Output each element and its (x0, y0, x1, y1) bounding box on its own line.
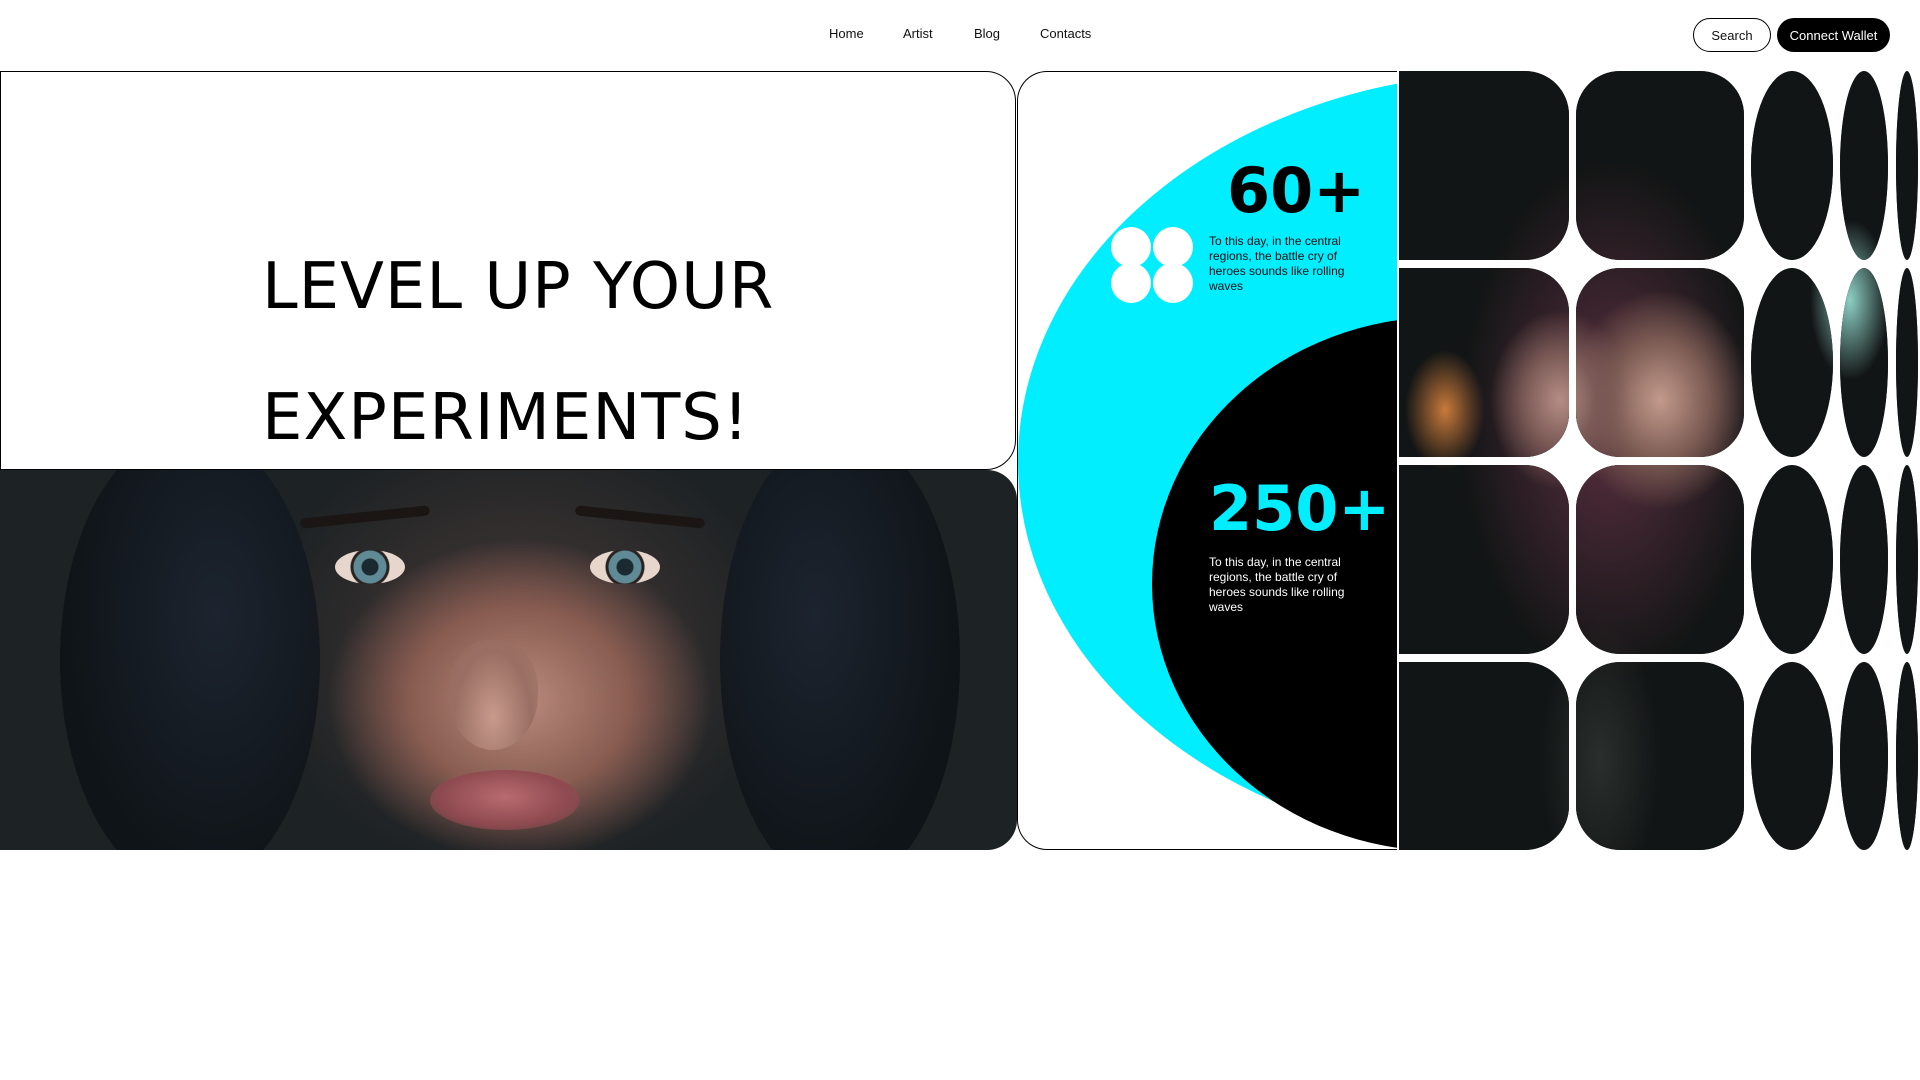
connect-wallet-button[interactable]: Connect Wallet (1777, 18, 1890, 52)
mosaic-tile (1840, 662, 1888, 850)
mosaic-tile (1840, 71, 1888, 260)
nav-link-home[interactable]: Home (829, 26, 864, 41)
search-button[interactable]: Search (1693, 18, 1771, 52)
portrait-hair-right (720, 470, 960, 850)
mosaic-tile (1896, 662, 1918, 850)
mosaic-tile (1399, 268, 1569, 457)
stat-description-1: To this day, in the central regions, the… (1209, 234, 1345, 293)
hero-title: LEVEL UP YOUR EXPERIMENTS! (262, 222, 774, 484)
mosaic-tile (1840, 465, 1888, 654)
mosaic-tile (1576, 71, 1744, 260)
mosaic-tile (1576, 268, 1744, 457)
mosaic-tile (1399, 71, 1569, 260)
hero-card: LEVEL UP YOUR EXPERIMENTS! (0, 71, 1016, 470)
mosaic-tile (1751, 662, 1833, 850)
mosaic-tile (1896, 465, 1918, 654)
portrait-eye-left (335, 550, 405, 584)
mosaic-tile (1751, 71, 1833, 260)
portrait-hair-left (60, 470, 320, 850)
main-nav: Home Artist Blog Contacts Search Connect… (0, 0, 1920, 70)
mosaic-tile (1751, 465, 1833, 654)
mosaic-tile (1576, 662, 1744, 850)
mosaic-tile (1840, 268, 1888, 457)
hero-title-line-2: EXPERIMENTS! (262, 381, 750, 455)
portrait-lips (430, 770, 580, 830)
mosaic-tile (1751, 268, 1833, 457)
stat-value-1: 60+ (1227, 154, 1366, 227)
portrait-brow-right (574, 505, 706, 529)
stat-description-2: To this day, in the central regions, the… (1209, 555, 1345, 614)
mosaic-tile (1896, 71, 1918, 260)
portrait-nose (448, 640, 538, 750)
portrait-eye-right (590, 550, 660, 584)
portrait-brow-left (299, 505, 431, 529)
mosaic-tile (1399, 662, 1569, 850)
nav-link-artist[interactable]: Artist (903, 26, 933, 41)
mosaic-tile (1576, 465, 1744, 654)
four-circles-flower-icon (1111, 227, 1193, 303)
stat-value-2: 250+ (1209, 472, 1391, 545)
nav-link-contacts[interactable]: Contacts (1040, 26, 1091, 41)
mosaic-tile (1399, 465, 1569, 654)
mosaic-tile (1896, 268, 1918, 457)
nav-link-blog[interactable]: Blog (974, 26, 1000, 41)
hero-title-line-1: LEVEL UP YOUR (262, 250, 775, 324)
stats-card: 60+ To this day, in the central regions,… (1017, 71, 1397, 850)
portrait-image (0, 470, 1017, 850)
